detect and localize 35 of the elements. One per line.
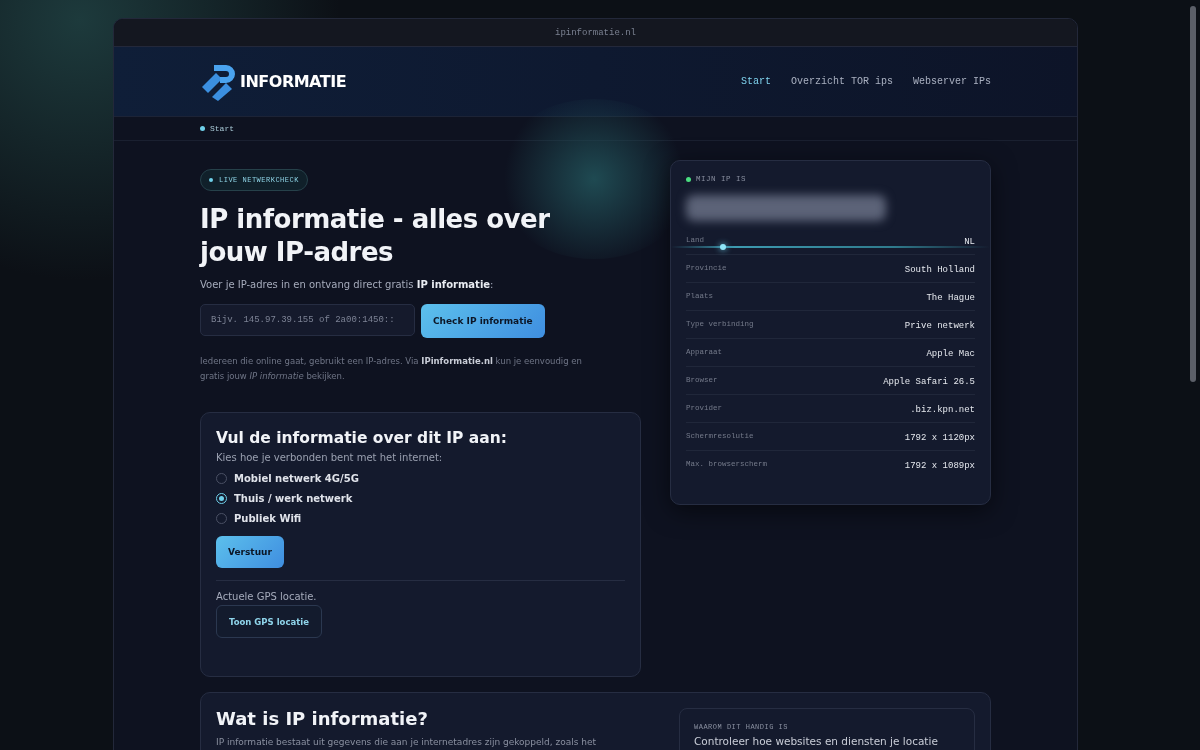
form-prompt: Kies hoe je verbonden bent met het internet: [216, 452, 444, 463]
page-title: IP informatie - alles over jouw IP-adres [200, 203, 551, 269]
option-label: Mobiel netwerk 4G/5G [234, 473, 359, 484]
info-value: Prive netwerk [904, 321, 975, 331]
section-title: Wat is IP informatie? [216, 708, 429, 729]
nav-link[interactable]: Overzicht TOR ips [790, 76, 893, 87]
form-title: Vul de informatie over dit IP aan: [216, 429, 508, 447]
info-value: .biz.kpn.net [910, 405, 975, 415]
info-value: The Hague [926, 293, 975, 303]
ip-input-field[interactable]: Bijv. 145.97.39.155 of 2a00:1450:: [200, 304, 415, 336]
url-text: ipinformatie.nl [555, 27, 636, 38]
info-value: 1792 x 1120px [904, 433, 975, 443]
logo-text: INFORMATIE [240, 72, 347, 91]
option-label: Publiek Wifi [234, 513, 302, 524]
breadcrumb-link[interactable]: Start [210, 124, 234, 133]
gps-label: Actuele GPS locatie. [216, 591, 318, 602]
bullet-icon [200, 126, 205, 131]
scrollbar-thumb[interactable] [1190, 6, 1196, 382]
status-dot-icon [686, 176, 691, 182]
submit-button[interactable]: Verstuur [216, 536, 284, 568]
intro-text: Iedereen die online gaat, gebruikt een IP-adres. Via IPinformatie.nl kun je eenvoudig en gratis jouw IP informatie bekijken. [200, 355, 583, 383]
nav-link[interactable]: Start [740, 76, 771, 87]
info-value: Apple Safari 26.5 [883, 377, 975, 387]
gps-button[interactable]: Toon GPS locatie [216, 605, 322, 638]
option-label: Thuis / werk netwerk [234, 493, 353, 504]
nav-link[interactable]: Webserver IPs [913, 76, 991, 87]
info-value: South Holland [904, 265, 975, 275]
info-value: 1792 x 1089px [904, 461, 975, 471]
section-text: IP informatie bestaat uit gegevens die aan je internetadres zijn gekoppeld, zoals het [216, 737, 598, 747]
check-ip-button[interactable]: Check IP informatie [421, 304, 545, 338]
logo-icon [200, 62, 236, 101]
tip-text: Controleer hoe websites en diensten je locatie [694, 735, 939, 747]
info-value: Apple Mac [926, 349, 975, 359]
info-value: NL [964, 237, 975, 247]
subtitle: Voer je IP-adres in en ontvang direct gratis IP informatie: [200, 279, 495, 290]
